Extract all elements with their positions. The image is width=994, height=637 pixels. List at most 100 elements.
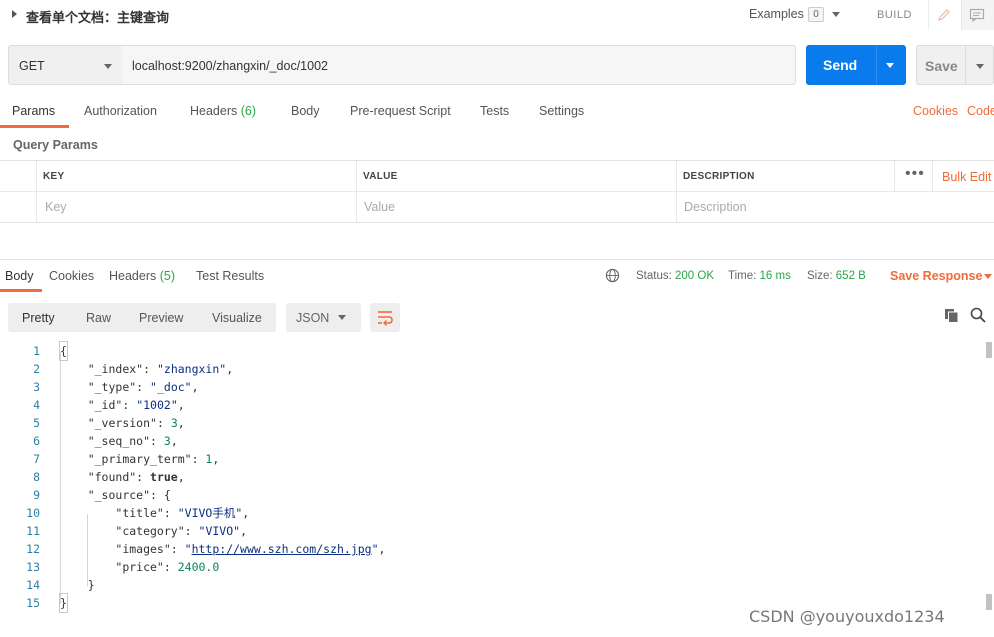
chevron-down-icon[interactable]: [832, 12, 840, 17]
line-number: 15: [26, 596, 40, 610]
time-indicator: Time: 16 ms: [728, 270, 791, 282]
code-line: 9 "_source": {: [0, 486, 980, 504]
response-tab-headers[interactable]: Headers (5): [109, 269, 175, 283]
chevron-down-icon[interactable]: [886, 63, 894, 68]
response-tab-cookies[interactable]: Cookies: [49, 269, 94, 283]
params-header-key: KEY: [43, 171, 65, 182]
response-tab-test-results[interactable]: Test Results: [196, 269, 264, 283]
tab-authorization[interactable]: Authorization: [84, 104, 157, 118]
code-text: }: [59, 593, 68, 613]
scrollbar-thumb[interactable]: [986, 594, 992, 610]
params-col-line: [36, 161, 37, 222]
build-button[interactable]: BUILD: [877, 9, 912, 21]
response-body-editor[interactable]: 1{ 2 "_index": "zhangxin", 3 "_type": "_…: [0, 341, 994, 617]
tab-body[interactable]: Body: [291, 104, 320, 118]
tab-headers-count: (6): [240, 104, 257, 118]
examples-dropdown[interactable]: Examples: [749, 7, 804, 21]
status-indicator: Status: 200 OK: [636, 270, 714, 282]
pencil-icon[interactable]: [937, 8, 951, 22]
scrollbar-thumb[interactable]: [986, 342, 992, 358]
save-button[interactable]: Save: [916, 45, 994, 85]
more-options-icon[interactable]: •••: [905, 165, 925, 183]
query-params-label: Query Params: [13, 138, 98, 152]
watermark: CSDN @youyouxdo1234: [749, 607, 945, 626]
tab-settings[interactable]: Settings: [539, 104, 584, 118]
params-col-line: [676, 161, 677, 222]
code-text: "_source": {: [87, 488, 171, 502]
method-select[interactable]: GET: [8, 45, 123, 85]
param-description-input[interactable]: Description: [684, 200, 747, 214]
view-visualize[interactable]: Visualize: [212, 311, 262, 325]
code-line: 7 "_primary_term": 1,: [0, 450, 980, 468]
line-number: 4: [33, 398, 40, 412]
response-tab-headers-count: (5): [159, 269, 176, 283]
view-preview[interactable]: Preview: [139, 311, 183, 325]
wrap-lines-icon: [378, 311, 393, 326]
code-text: "images": "http://www.szh.com/szh.jpg",: [115, 542, 386, 556]
tab-params[interactable]: Params: [12, 104, 55, 118]
url-input[interactable]: localhost:9200/zhangxin/_doc/1002: [122, 45, 796, 85]
code-text: }: [60, 578, 95, 592]
params-col-line: [932, 161, 933, 191]
cookies-link[interactable]: Cookies: [913, 104, 958, 118]
expand-caret-icon[interactable]: [12, 10, 17, 18]
line-number: 6: [33, 434, 40, 448]
send-label: Send: [823, 57, 858, 73]
size-value[interactable]: 652 B: [836, 270, 866, 282]
format-select[interactable]: JSON: [286, 303, 361, 332]
status-value[interactable]: 200 OK: [675, 270, 714, 282]
json-found-value: true: [150, 470, 178, 484]
json-title-value: VIVO手机: [184, 506, 236, 520]
code-text: "_id": "1002",: [87, 398, 185, 412]
bulk-edit-link[interactable]: Bulk Edit: [942, 170, 991, 184]
tab-tests[interactable]: Tests: [480, 104, 509, 118]
save-divider: [965, 46, 966, 84]
globe-icon[interactable]: [605, 268, 620, 283]
code-text: "_primary_term": 1,: [87, 452, 220, 466]
title-bar: 查看单个文档：主键查询 Examples 0 BUILD: [0, 0, 994, 30]
code-line: 11 "category": "VIVO",: [0, 522, 980, 540]
code-text: "price": 2400.0: [115, 560, 220, 574]
copy-icon[interactable]: [944, 308, 959, 323]
json-primary-term-value: 1: [205, 452, 213, 466]
code-text: "_index": "zhangxin",: [87, 362, 234, 376]
send-divider: [876, 45, 877, 85]
chevron-down-icon: [338, 315, 346, 320]
send-button[interactable]: Send: [806, 45, 906, 85]
tab-pre-request-script[interactable]: Pre-request Script: [350, 104, 451, 118]
code-link[interactable]: Code: [967, 104, 994, 118]
chevron-down-icon[interactable]: [984, 274, 992, 279]
size-indicator: Size: 652 B: [807, 270, 866, 282]
view-pretty[interactable]: Pretty: [22, 311, 55, 325]
time-value[interactable]: 16 ms: [760, 270, 791, 282]
code-text: "_version": 3,: [87, 416, 185, 430]
params-header-description: DESCRIPTION: [683, 171, 755, 182]
code-text: "found": true,: [87, 470, 185, 484]
tab-headers[interactable]: Headers (6): [190, 104, 256, 118]
param-key-input[interactable]: Key: [45, 200, 67, 214]
line-number: 7: [33, 452, 40, 466]
param-value-input[interactable]: Value: [364, 200, 395, 214]
code-line: 1{: [0, 341, 980, 361]
code-line: 8 "found": true,: [0, 468, 980, 486]
code-line: 2 "_index": "zhangxin",: [0, 360, 980, 378]
code-line: 6 "_seq_no": 3,: [0, 432, 980, 450]
code-line: 14 }: [0, 576, 980, 594]
chevron-down-icon[interactable]: [976, 64, 984, 69]
wrap-lines-button[interactable]: [370, 303, 400, 332]
json-seq-no-value: 3: [163, 434, 171, 448]
request-title[interactable]: 查看单个文档：主键查询: [26, 7, 169, 26]
response-tab-body[interactable]: Body: [5, 269, 34, 283]
save-response-button[interactable]: Save Response: [890, 269, 982, 283]
active-tab-indicator: [0, 125, 69, 128]
examples-count-badge: 0: [808, 7, 824, 22]
json-images-link[interactable]: http://www.szh.com/szh.jpg: [192, 542, 372, 556]
search-icon[interactable]: [970, 307, 986, 323]
view-raw[interactable]: Raw: [86, 311, 111, 325]
time-label: Time:: [728, 270, 757, 282]
code-line: 4 "_id": "1002",: [0, 396, 980, 414]
comment-icon[interactable]: [969, 8, 985, 22]
code-text: "category": "VIVO",: [115, 524, 248, 538]
json-index-value: zhangxin: [163, 362, 220, 376]
response-divider: [0, 259, 994, 260]
